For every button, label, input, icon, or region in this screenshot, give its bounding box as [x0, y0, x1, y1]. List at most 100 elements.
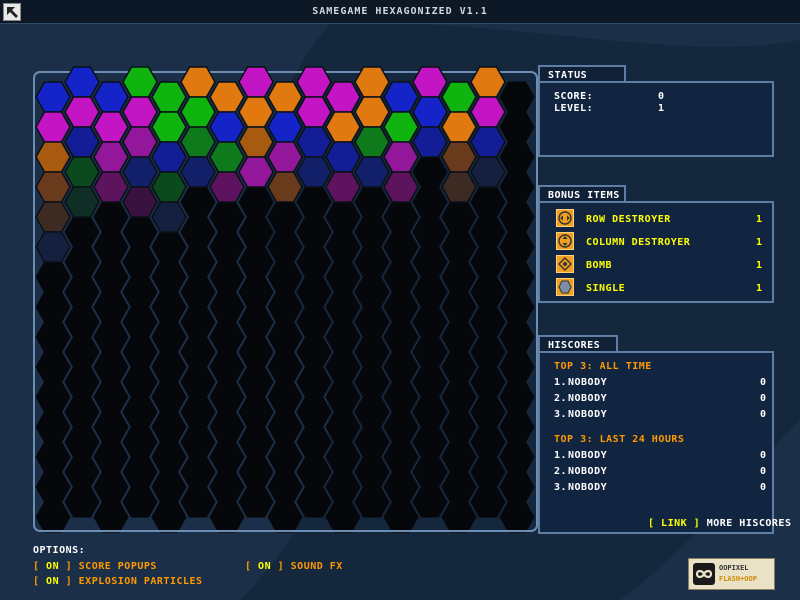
hex-tile[interactable]	[151, 81, 187, 113]
hex-tile[interactable]	[209, 111, 245, 143]
hiscores-all-time-title: TOP 3: ALL TIME	[554, 361, 652, 372]
more-hiscores-link[interactable]: [ LINK ] MORE HISCORES	[648, 518, 791, 529]
hex-tile[interactable]	[209, 81, 245, 113]
bonus-item-count: 1	[756, 237, 763, 248]
hex-tile[interactable]	[64, 66, 100, 98]
hex-tile[interactable]	[296, 126, 332, 158]
hex-tile[interactable]	[383, 141, 419, 173]
hex-tile[interactable]	[35, 141, 71, 173]
hex-tile[interactable]	[122, 126, 158, 158]
hex-tile[interactable]	[412, 66, 448, 98]
option-label: SOUND FX	[284, 561, 343, 572]
hex-tile[interactable]	[441, 111, 477, 143]
hex-tile[interactable]	[354, 66, 390, 98]
hex-tile[interactable]	[296, 156, 332, 188]
option-label: EXPLOSION PARTICLES	[72, 576, 203, 587]
bonus-item-label: BOMB	[586, 260, 613, 271]
bonus-items-panel: ROW DESTROYER 1 COLUMN DESTROYER 1 BOMB …	[538, 201, 774, 303]
bonus-item-count: 1	[756, 214, 763, 225]
hiscore-score: 0	[760, 409, 767, 420]
hex-tile[interactable]	[354, 156, 390, 188]
hex-tile[interactable]	[35, 201, 71, 233]
hex-tile[interactable]	[470, 96, 506, 128]
hex-tile[interactable]	[412, 96, 448, 128]
hex-tile[interactable]	[122, 186, 158, 218]
hex-tile[interactable]	[267, 81, 303, 113]
hiscores-tab-label: HISCORES	[548, 340, 601, 351]
hex-tile[interactable]	[209, 141, 245, 173]
hex-tile[interactable]	[238, 156, 274, 188]
hiscore-rank: 3.	[554, 409, 568, 420]
oopixel-logo[interactable]: OOPIXEL FLASH+OOP	[688, 558, 775, 590]
hex-tile[interactable]	[122, 156, 158, 188]
hex-tile[interactable]	[180, 96, 216, 128]
title-bar: SAMEGAME HEXAGONIZED V1.1	[0, 0, 800, 24]
hex-tile[interactable]	[238, 96, 274, 128]
hex-tile[interactable]	[412, 126, 448, 158]
hex-tile[interactable]	[441, 141, 477, 173]
hiscore-rank: 1.	[554, 377, 568, 388]
hex-tile[interactable]	[383, 81, 419, 113]
hex-tile[interactable]	[35, 171, 71, 203]
hex-tile[interactable]	[35, 111, 71, 143]
hex-tile[interactable]	[441, 171, 477, 203]
hex-tile[interactable]	[122, 66, 158, 98]
row-destroyer-icon	[556, 209, 574, 227]
hex-tile[interactable]	[209, 171, 245, 203]
status-panel: SCORE: 0 LEVEL: 1	[538, 81, 774, 157]
hex-tile[interactable]	[93, 81, 129, 113]
hex-tile[interactable]	[383, 111, 419, 143]
hex-tile[interactable]	[383, 171, 419, 203]
bonus-item-count: 1	[756, 260, 763, 271]
hex-tile[interactable]	[470, 126, 506, 158]
hex-tile[interactable]	[238, 126, 274, 158]
hex-tile[interactable]	[35, 231, 71, 263]
hex-tile[interactable]	[151, 171, 187, 203]
hex-tile[interactable]	[325, 111, 361, 143]
hex-tile[interactable]	[267, 141, 303, 173]
hex-tile[interactable]	[93, 171, 129, 203]
hex-tile[interactable]	[64, 156, 100, 188]
hex-tile[interactable]	[35, 81, 71, 113]
hiscore-name: NOBODY	[568, 450, 608, 461]
hex-tile[interactable]	[325, 81, 361, 113]
hex-tile[interactable]	[180, 126, 216, 158]
hex-tile[interactable]	[354, 96, 390, 128]
hex-tile[interactable]	[151, 201, 187, 233]
hex-tile[interactable]	[151, 111, 187, 143]
hex-tile[interactable]	[470, 66, 506, 98]
hex-tile[interactable]	[354, 126, 390, 158]
option-score-popups[interactable]: [ ON ] SCORE POPUPS	[33, 561, 157, 572]
hex-tile[interactable]	[64, 186, 100, 218]
option-sound-fx[interactable]: [ ON ] SOUND FX	[245, 561, 343, 572]
hex-tile[interactable]	[93, 141, 129, 173]
hex-tile[interactable]	[122, 96, 158, 128]
hiscore-name: NOBODY	[568, 377, 608, 388]
hex-tile[interactable]	[64, 96, 100, 128]
hiscore-score: 0	[760, 377, 767, 388]
hiscore-name: NOBODY	[568, 466, 608, 477]
hex-tile[interactable]	[180, 156, 216, 188]
hex-tile[interactable]	[296, 66, 332, 98]
bonus-item-count: 1	[756, 283, 763, 294]
hex-tile[interactable]	[180, 66, 216, 98]
hex-tile[interactable]	[64, 126, 100, 158]
option-bracket-open: [	[245, 561, 259, 572]
hex-tile[interactable]	[151, 141, 187, 173]
option-state: ON	[258, 561, 272, 572]
hex-tile[interactable]	[470, 156, 506, 188]
hex-tile[interactable]	[325, 141, 361, 173]
hiscores-panel: TOP 3: ALL TIME 1. NOBODY 0 2. NOBODY 0 …	[538, 351, 791, 534]
hex-tile[interactable]	[267, 171, 303, 203]
hiscore-rank: 3.	[554, 482, 568, 493]
option-explosion-particles[interactable]: [ ON ] EXPLOSION PARTICLES	[33, 576, 203, 587]
hex-tile[interactable]	[296, 96, 332, 128]
hex-tile[interactable]	[267, 111, 303, 143]
status-tab-label: STATUS	[548, 70, 588, 81]
infinity-logo-icon	[693, 563, 715, 585]
option-bracket-close: ]	[59, 561, 73, 572]
hex-tile[interactable]	[441, 81, 477, 113]
hex-tile[interactable]	[238, 66, 274, 98]
hex-tile[interactable]	[325, 171, 361, 203]
hex-tile[interactable]	[93, 111, 129, 143]
